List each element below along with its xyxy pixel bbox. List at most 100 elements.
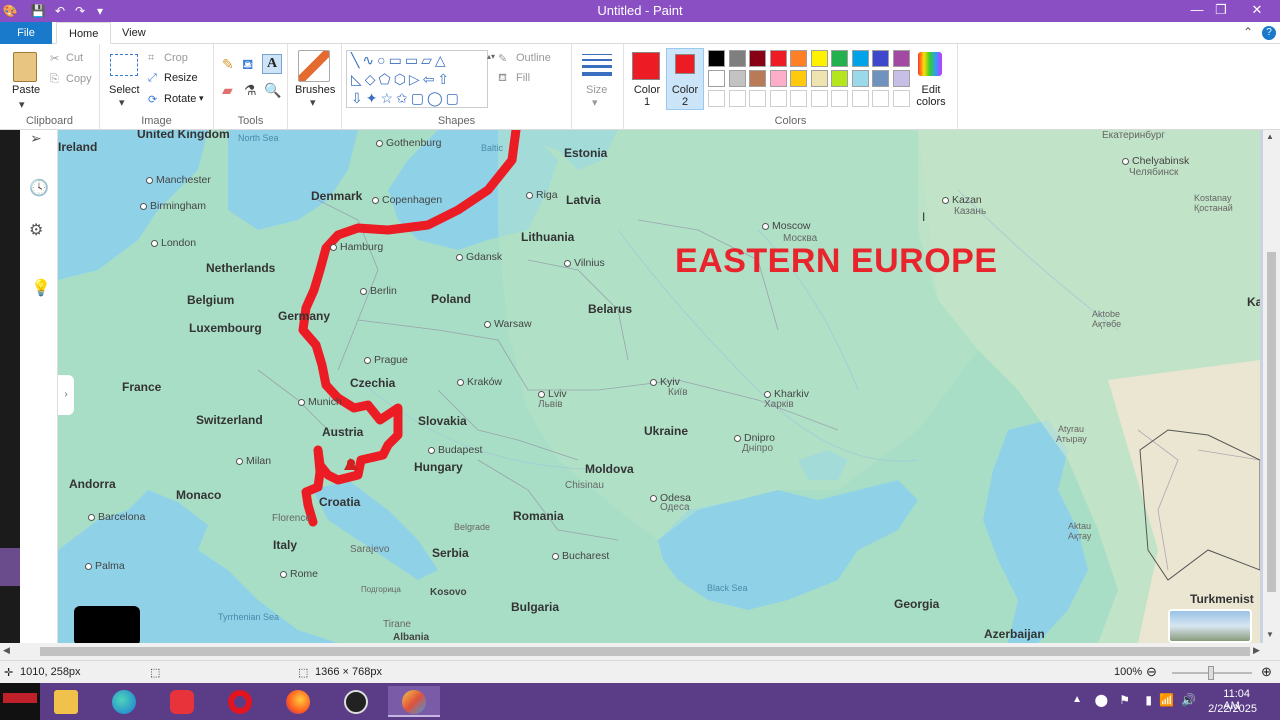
custom-color-slot[interactable] xyxy=(708,90,725,107)
taskbar-thumbnail[interactable] xyxy=(0,683,40,720)
palette-color-swatch[interactable] xyxy=(708,50,725,67)
paste-dropdown-icon[interactable]: ▾ xyxy=(19,98,25,111)
fill-icon[interactable]: ⛾ xyxy=(498,72,507,86)
cut-button[interactable]: Cut xyxy=(66,52,83,64)
brushes-dropdown-icon[interactable]: ▾ xyxy=(310,96,316,109)
horizontal-scroll-thumb[interactable] xyxy=(40,647,1250,656)
palette-color-swatch[interactable] xyxy=(810,70,828,87)
layers-thumbnail[interactable] xyxy=(74,606,140,643)
scroll-left-icon[interactable]: ◀ xyxy=(3,645,10,656)
paste-icon[interactable] xyxy=(13,52,37,82)
palette-color-swatch[interactable] xyxy=(708,70,725,87)
palette-color-swatch[interactable] xyxy=(831,70,848,87)
palette-color-swatch[interactable] xyxy=(872,70,889,87)
custom-color-slot[interactable] xyxy=(790,90,807,107)
zoom-slider[interactable] xyxy=(1172,666,1252,680)
size-dropdown-icon[interactable]: ▾ xyxy=(592,96,598,109)
close-button[interactable]: ✕ xyxy=(1242,0,1272,22)
text-tool-icon[interactable]: A xyxy=(262,54,282,74)
color-1-label[interactable]: Color 1 xyxy=(632,84,662,108)
security-icon[interactable]: ⬤ xyxy=(1095,693,1108,707)
palette-color-swatch[interactable] xyxy=(892,50,910,67)
collapse-ribbon-icon[interactable]: ⌃ xyxy=(1243,25,1253,39)
custom-color-slot[interactable] xyxy=(872,90,889,107)
opera-button[interactable] xyxy=(218,686,262,717)
custom-color-slot[interactable] xyxy=(810,90,828,107)
tab-file[interactable]: File xyxy=(0,22,52,44)
obs-button[interactable] xyxy=(334,686,378,717)
resize-icon[interactable]: ⤢ xyxy=(148,72,157,85)
palette-color-swatch[interactable] xyxy=(790,70,807,87)
zoom-in-icon[interactable]: ⊕ xyxy=(1261,664,1272,680)
rotate-button[interactable]: Rotate xyxy=(164,93,196,105)
expand-panel-button[interactable]: › xyxy=(58,375,74,415)
select-icon[interactable] xyxy=(110,54,138,76)
history-icon[interactable]: 🕓 xyxy=(29,178,49,198)
tab-home[interactable]: Home xyxy=(56,22,112,44)
battery-icon[interactable]: ▮ xyxy=(1145,693,1152,707)
palette-color-swatch[interactable] xyxy=(851,70,869,87)
color-2-label[interactable]: Color 2 xyxy=(668,84,702,108)
palette-color-swatch[interactable] xyxy=(728,50,746,67)
select-dropdown-icon[interactable]: ▾ xyxy=(119,96,125,109)
palette-color-swatch[interactable] xyxy=(749,70,766,87)
rotate-dropdown-icon[interactable]: ▾ xyxy=(199,93,204,104)
directions-icon[interactable]: ➢ xyxy=(30,130,42,147)
scroll-right-icon[interactable]: ▶ xyxy=(1253,645,1260,656)
size-icon[interactable] xyxy=(582,54,612,76)
paint-taskbar-button[interactable] xyxy=(388,686,440,717)
rotate-icon[interactable]: ⟳ xyxy=(148,93,157,106)
maximize-button[interactable]: ❐ xyxy=(1206,0,1236,22)
fill-button[interactable]: Fill xyxy=(516,72,530,84)
lightbulb-icon[interactable]: 💡 xyxy=(31,278,51,298)
show-hidden-icons[interactable]: ▲ xyxy=(1072,694,1082,705)
outline-button[interactable]: Outline xyxy=(516,52,551,64)
palette-color-swatch[interactable] xyxy=(851,50,869,67)
cut-icon[interactable]: ✂ xyxy=(50,52,59,65)
vertical-scrollbar[interactable]: ▲ ▼ xyxy=(1263,130,1280,643)
palette-color-swatch[interactable] xyxy=(831,50,848,67)
palette-color-swatch[interactable] xyxy=(769,50,787,67)
custom-color-slot[interactable] xyxy=(769,90,787,107)
tab-view[interactable]: View xyxy=(110,22,158,44)
copy-icon[interactable]: ⎘ xyxy=(50,73,59,86)
brushes-icon[interactable] xyxy=(298,50,330,82)
file-explorer-button[interactable] xyxy=(44,686,88,717)
zoom-out-icon[interactable]: ⊖ xyxy=(1146,664,1157,680)
color-2-swatch[interactable] xyxy=(675,54,695,74)
edge-button[interactable] xyxy=(102,686,146,717)
canvas-map-image[interactable]: EASTERN EUROPE Ireland United Kingdom De… xyxy=(58,130,1260,643)
edit-colors-icon[interactable] xyxy=(918,52,942,76)
color-picker-icon[interactable]: ⚗ xyxy=(244,82,257,99)
vertical-scroll-thumb[interactable] xyxy=(1267,252,1276,592)
outline-icon[interactable]: ✎ xyxy=(498,52,507,65)
palette-color-swatch[interactable] xyxy=(769,70,787,87)
resize-button[interactable]: Resize xyxy=(164,72,198,84)
crop-icon[interactable]: ⌗ xyxy=(148,52,154,65)
color-1-swatch[interactable] xyxy=(632,52,660,80)
scroll-down-icon[interactable]: ▼ xyxy=(1266,630,1274,639)
volume-icon[interactable]: 🔊 xyxy=(1181,693,1196,707)
magnifier-icon[interactable]: 🔍 xyxy=(264,82,281,99)
firefox-button[interactable] xyxy=(276,686,320,717)
custom-color-slot[interactable] xyxy=(892,90,910,107)
palette-color-swatch[interactable] xyxy=(728,70,746,87)
size-button[interactable]: Size xyxy=(586,84,607,96)
shapes-scroll-icon[interactable]: ▴▾ xyxy=(487,52,495,61)
scroll-up-icon[interactable]: ▲ xyxy=(1266,132,1274,141)
settings-gear-icon[interactable]: ⚙ xyxy=(29,220,43,240)
palette-color-swatch[interactable] xyxy=(892,70,910,87)
eraser-icon[interactable]: ▰ xyxy=(222,82,233,99)
paste-button[interactable]: Paste xyxy=(12,84,40,96)
custom-color-slot[interactable] xyxy=(749,90,766,107)
palette-color-swatch[interactable] xyxy=(872,50,889,67)
shapes-gallery[interactable]: ╲∿○▭▭▱△ ◺◇⬠⬡▷⇦⇧ ⇩✦☆✩▢◯▢ xyxy=(346,50,488,108)
crop-button[interactable]: Crop xyxy=(164,52,188,64)
pencil-icon[interactable]: ✎ xyxy=(222,56,234,73)
clock-date[interactable]: 2/22/2025 xyxy=(1208,703,1257,715)
wifi-icon[interactable]: 📶 xyxy=(1159,693,1174,707)
fill-bucket-icon[interactable]: ⛾ xyxy=(242,56,253,75)
brushes-button[interactable]: Brushes xyxy=(295,84,335,96)
custom-color-slot[interactable] xyxy=(831,90,848,107)
custom-color-slot[interactable] xyxy=(728,90,746,107)
